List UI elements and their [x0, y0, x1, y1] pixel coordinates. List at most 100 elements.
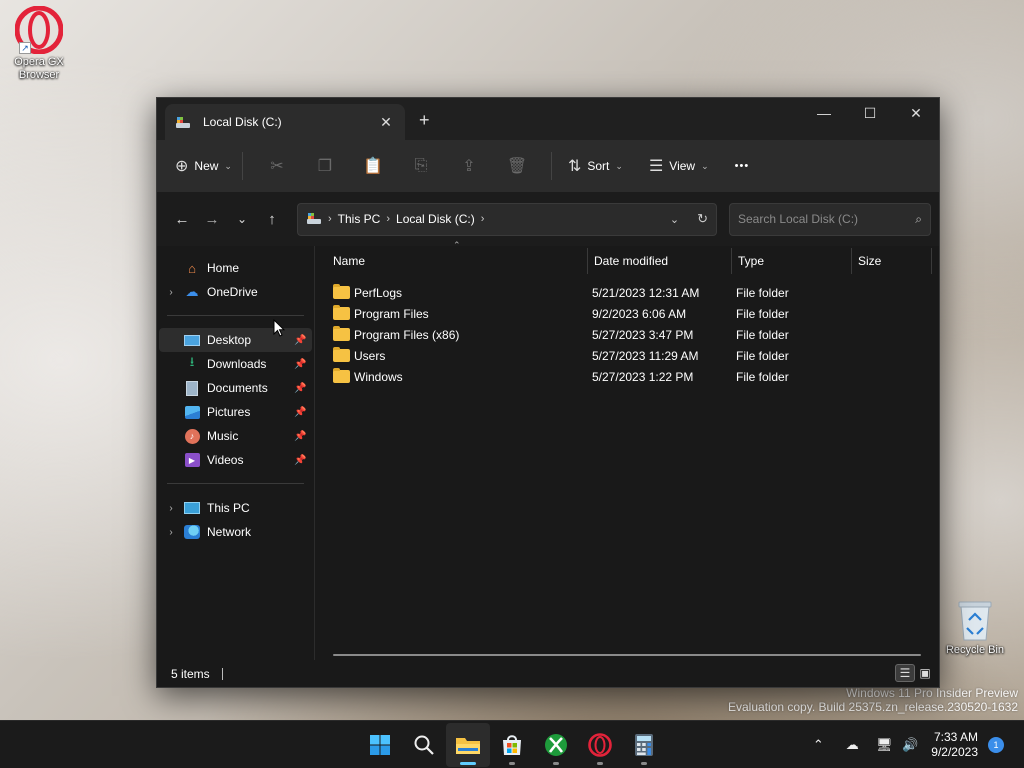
search-input[interactable] — [738, 212, 916, 226]
onedrive-warning-icon[interactable]: ☁ — [841, 737, 863, 753]
expand-chevron-icon[interactable]: › — [163, 527, 179, 538]
network-icon — [183, 524, 201, 540]
file-explorer-icon — [456, 738, 480, 754]
column-type[interactable]: Type — [732, 248, 852, 274]
file-date: 5/27/2023 11:29 AM — [592, 348, 699, 363]
new-button[interactable]: ⊕ New ⌄ — [175, 151, 232, 181]
sidebar-item-onedrive[interactable]: › ☁ OneDrive — [159, 280, 312, 304]
pictures-icon — [183, 404, 201, 420]
xbox-taskbar-button[interactable] — [534, 723, 578, 767]
file-name: PerfLogs — [354, 285, 403, 300]
command-bar: ⊕ New ⌄ ✂ ❐ 📋 ⎘ ⇪ 🗑 ⇅ Sort ⌄ ☰ View ⌄ ••… — [157, 140, 939, 192]
running-indicator — [597, 762, 603, 765]
opera-gx-taskbar-button[interactable] — [578, 723, 622, 767]
pin-icon[interactable]: 📌 — [294, 455, 312, 466]
new-tab-button[interactable]: + — [419, 110, 430, 131]
file-explorer-taskbar-button[interactable] — [446, 723, 490, 767]
store-icon — [503, 735, 521, 755]
clock-date: 9/2/2023 — [931, 745, 978, 759]
notification-badge[interactable]: 1 — [988, 737, 1004, 753]
pin-icon[interactable]: 📌 — [294, 407, 312, 418]
file-list[interactable]: ⌃ Name Date modified Type Size PerfLogs … — [315, 240, 939, 660]
network-status-icon[interactable]: 🖥 — [873, 737, 895, 753]
search-taskbar-button[interactable] — [402, 723, 446, 767]
recycle-bin-icon — [955, 598, 995, 642]
sidebar-item-documents[interactable]: Documents 📌 — [159, 376, 312, 400]
pin-icon[interactable]: 📌 — [294, 359, 312, 370]
delete-icon[interactable]: 🗑 — [493, 156, 541, 176]
address-dropdown-chevron-icon[interactable]: ⌄ — [670, 213, 679, 226]
microsoft-store-taskbar-button[interactable] — [490, 723, 534, 767]
breadcrumb-local-disk[interactable]: Local Disk (C:) — [396, 212, 475, 226]
taskbar-apps — [358, 721, 666, 768]
rename-icon[interactable]: ⎘ — [397, 157, 445, 175]
share-icon[interactable]: ⇪ — [445, 156, 493, 176]
sort-button[interactable]: ⇅ Sort ⌄ — [568, 151, 623, 181]
chevron-down-icon: ⌄ — [615, 160, 623, 171]
more-options-button[interactable]: ••• — [735, 151, 750, 181]
recent-locations-chevron-icon[interactable]: ⌄ — [227, 212, 257, 226]
table-row[interactable]: Program Files (x86) 5/27/2023 3:47 PM Fi… — [315, 324, 939, 345]
mouse-cursor-icon — [273, 319, 285, 337]
copy-icon[interactable]: ❐ — [301, 156, 349, 176]
sidebar-item-label: Pictures — [207, 405, 251, 419]
status-divider — [221, 667, 223, 680]
sidebar-item-pictures[interactable]: Pictures 📌 — [159, 400, 312, 424]
table-row[interactable]: Users 5/27/2023 11:29 AM File folder — [315, 345, 939, 366]
pin-icon[interactable]: 📌 — [294, 431, 312, 442]
cut-icon[interactable]: ✂ — [253, 156, 301, 176]
clock[interactable]: 7:33 AM 9/2/2023 — [931, 730, 978, 760]
close-tab-icon[interactable]: ✕ — [377, 114, 395, 131]
sidebar-item-network[interactable]: › Network — [159, 520, 312, 544]
expand-chevron-icon[interactable]: › — [163, 287, 179, 298]
details-view-icon[interactable]: ☰ — [895, 664, 915, 682]
expand-chevron-icon[interactable]: › — [163, 503, 179, 514]
column-size[interactable]: Size — [852, 248, 932, 274]
tab-local-disk[interactable]: Local Disk (C:) ✕ — [165, 104, 405, 140]
column-name[interactable]: Name — [315, 248, 588, 274]
address-bar[interactable]: › This PC › Local Disk (C:) › ⌄ ↻ — [297, 202, 717, 236]
refresh-icon[interactable]: ↻ — [697, 211, 708, 227]
maximize-button[interactable]: ☐ — [847, 98, 893, 128]
table-row[interactable]: Program Files 9/2/2023 6:06 AM File fold… — [315, 303, 939, 324]
view-button[interactable]: ☰ View ⌄ — [649, 151, 709, 181]
chevron-down-icon: ⌄ — [224, 160, 232, 171]
opera-gx-desktop-icon[interactable]: ↗ Opera GX Browser — [4, 6, 74, 82]
breadcrumb-this-pc[interactable]: This PC — [338, 212, 381, 226]
forward-arrow-icon[interactable]: → — [197, 211, 227, 228]
title-bar[interactable]: Local Disk (C:) ✕ + — ☐ ✕ — [157, 98, 939, 140]
minimize-button[interactable]: — — [801, 98, 847, 128]
close-window-button[interactable]: ✕ — [893, 98, 939, 128]
navigation-pane[interactable]: ⌂ Home › ☁ OneDrive Desktop 📌 ⭳ Download… — [157, 246, 315, 660]
search-icon — [414, 735, 434, 755]
pin-icon[interactable]: 📌 — [294, 335, 312, 346]
sidebar-item-videos[interactable]: ▶ Videos 📌 — [159, 448, 312, 472]
sidebar-item-desktop[interactable]: Desktop 📌 — [159, 328, 312, 352]
pin-icon[interactable]: 📌 — [294, 383, 312, 394]
paste-icon[interactable]: 📋 — [349, 156, 397, 176]
navigation-bar: ← → ⌄ ↑ › This PC › Local Disk (C:) › ⌄ … — [157, 192, 939, 246]
file-name: Program Files (x86) — [354, 327, 460, 342]
start-button[interactable] — [358, 723, 402, 767]
sidebar-item-music[interactable]: ♪ Music 📌 — [159, 424, 312, 448]
table-row[interactable]: PerfLogs 5/21/2023 12:31 AM File folder — [315, 282, 939, 303]
sidebar-item-downloads[interactable]: ⭳ Downloads 📌 — [159, 352, 312, 376]
explorer-body: ⌂ Home › ☁ OneDrive Desktop 📌 ⭳ Download… — [157, 240, 939, 660]
running-indicator — [509, 762, 515, 765]
sidebar-item-label: OneDrive — [207, 285, 258, 299]
table-row[interactable]: Windows 5/27/2023 1:22 PM File folder — [315, 366, 939, 387]
sidebar-item-home[interactable]: ⌂ Home — [159, 256, 312, 280]
volume-icon[interactable]: 🔊 — [899, 737, 921, 753]
horizontal-scrollbar[interactable] — [333, 654, 921, 656]
column-date-modified[interactable]: Date modified — [588, 248, 732, 274]
large-icons-view-icon[interactable]: ▣ — [915, 664, 935, 682]
sidebar-item-this-pc[interactable]: › This PC — [159, 496, 312, 520]
cloud-icon: ☁ — [185, 284, 199, 299]
back-arrow-icon[interactable]: ← — [167, 211, 197, 228]
more-icon: ••• — [734, 160, 750, 172]
search-box[interactable]: ⌕ — [729, 202, 931, 236]
show-hidden-icons-chevron-icon[interactable]: ⌃ — [807, 737, 829, 753]
recycle-bin-desktop-icon[interactable]: Recycle Bin — [940, 598, 1010, 657]
calculator-taskbar-button[interactable] — [622, 723, 666, 767]
up-arrow-icon[interactable]: ↑ — [257, 211, 287, 228]
